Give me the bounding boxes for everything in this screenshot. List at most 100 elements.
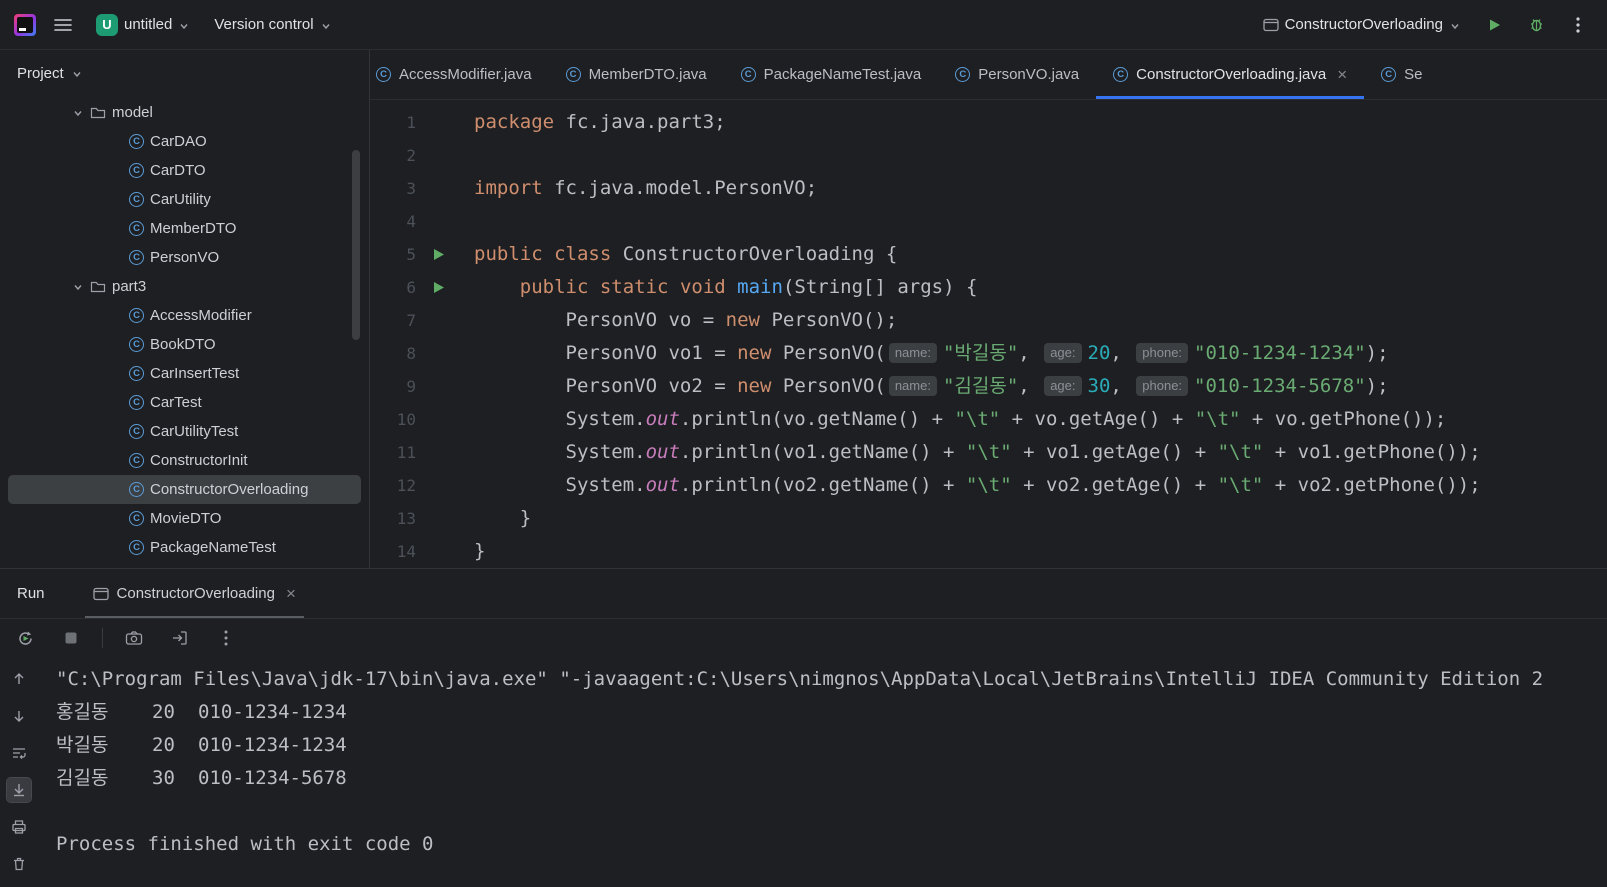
close-icon[interactable]: × [1337,65,1347,85]
tree-scrollbar-thumb[interactable] [352,150,360,340]
gutter-spacer [416,205,460,238]
code-text: public static void main(String[] args) { [460,271,978,304]
clear-console-button[interactable] [7,852,31,876]
chevron-down-icon [180,23,188,29]
console-row: 홍길동 20 010-1234-1234 [56,696,1607,729]
vcs-widget[interactable]: Version control [208,12,337,37]
console-cell: 010-1234-5678 [198,767,347,789]
tab-ConstructorOverloading.java[interactable]: C ConstructorOverloading.java × [1096,50,1365,99]
tree-item-PersonVO[interactable]: C PersonVO [8,243,361,272]
next-trace-button[interactable] [7,704,31,728]
tree-item-CarTest[interactable]: C CarTest [8,388,361,417]
tree-item-ConstructorOverloading[interactable]: C ConstructorOverloading [8,475,361,504]
code-token: "\t" [965,474,1012,496]
tree-item-ConstructorInit[interactable]: C ConstructorInit [8,446,361,475]
line-number: 5 [406,245,416,264]
class-icon: C [376,67,391,82]
bug-icon [1530,19,1542,32]
tree-item-model[interactable]: model [8,98,361,127]
run-tab[interactable]: ConstructorOverloading × [84,569,305,618]
code-token: fc.java.part3; [554,111,726,133]
chevron-down-icon [1451,23,1459,29]
class-icon: C [129,540,144,555]
code-text: } [460,535,485,568]
line-number: 11 [396,443,416,462]
code-token: "김길동" [942,375,1019,397]
tree-item-label: CarUtility [150,191,211,208]
project-widget[interactable]: U untitled [90,10,196,40]
code-editor[interactable]: 1 package fc.java.part3; 2 3 import fc.java.… [370,100,1607,568]
tree-item-PackageNameTest[interactable]: C PackageNameTest [8,533,361,562]
run-config-widget[interactable]: ConstructorOverloading [1257,12,1467,37]
soft-wrap-button[interactable] [7,741,31,765]
run-panel: Run ConstructorOverloading × "C:\Program… [0,568,1607,887]
class-icon: C [129,337,144,352]
print-button[interactable] [7,815,31,839]
tree-item-MemberDTO[interactable]: C MemberDTO [8,214,361,243]
main-menu-button[interactable] [48,10,78,40]
more-actions-button[interactable] [1563,10,1593,40]
console-icon [92,587,109,600]
tree-item-label: ConstructorInit [150,452,248,469]
console-cell: 30 [152,767,175,789]
tree-item-BookDTO[interactable]: C BookDTO [8,330,361,359]
tab-MemberDTO.java[interactable]: C MemberDTO.java [549,50,724,99]
code-line: 7 PersonVO vo = new PersonVO(); [370,304,1607,337]
run-line-button[interactable] [416,238,460,271]
debug-button[interactable] [1521,10,1551,40]
code-token: import [474,177,543,199]
param-hint: age: [1044,343,1082,363]
code-text: PersonVO vo2 = new PersonVO(name: "김길동", … [460,370,1389,403]
tab-Se[interactable]: C Se [1364,50,1439,99]
console-more-button[interactable] [211,623,241,653]
tree-item-CarDTO[interactable]: C CarDTO [8,156,361,185]
tree-item-part3[interactable]: part3 [8,272,361,301]
code-token: .println(vo.getName() + [679,408,955,430]
class-icon: C [129,308,144,323]
code-line: 10 System.out.println(vo.getName() + "\t… [370,403,1607,436]
rerun-button[interactable] [10,623,40,653]
code-token: 20 [1087,342,1111,364]
code-line: 9 PersonVO vo2 = new PersonVO(name: "김길동"… [370,370,1607,403]
run-button[interactable] [1479,10,1509,40]
tab-PackageNameTest.java[interactable]: C PackageNameTest.java [724,50,939,99]
class-icon: C [129,453,144,468]
line-number: 1 [406,113,416,132]
thread-dump-button[interactable] [119,623,149,653]
class-icon: C [565,67,581,82]
scroll-to-end-button[interactable] [6,777,32,803]
tree-item-label: AccessModifier [150,307,252,324]
close-icon[interactable]: × [286,584,296,604]
code-token: package [474,111,555,133]
code-text: PersonVO vo1 = new PersonVO(name: "박길동", … [460,337,1389,370]
tree-item-CarUtilityTest[interactable]: C CarUtilityTest [8,417,361,446]
code-token: PersonVO vo2 = [474,375,738,397]
tab-label: MemberDTO.java [588,66,707,83]
console-output[interactable]: "C:\Program Files\Java\jdk-17\bin\java.e… [38,657,1607,887]
run-line-button[interactable] [416,271,460,304]
tree-item-CarDAO[interactable]: C CarDAO [8,127,361,156]
tree-item-AccessModifier[interactable]: C AccessModifier [8,301,361,330]
console-row: 김길동 30 010-1234-5678 [56,762,1607,795]
code-token: "\t" [1194,408,1241,430]
chevron-down-icon[interactable] [72,281,84,293]
tab-AccessModifier.java[interactable]: C AccessModifier.java [370,50,549,99]
prev-trace-button[interactable] [7,667,31,691]
code-token: + vo1.getAge() + [1011,441,1218,463]
titlebar: U untitled Version control ConstructorOv… [0,0,1607,50]
tree-item-MovieDTO[interactable]: C MovieDTO [8,504,361,533]
chevron-down-icon[interactable] [72,107,84,119]
restore-layout-button[interactable] [165,623,195,653]
code-token: "\t" [954,408,1001,430]
run-panel-title[interactable]: Run [17,585,45,602]
tab-PersonVO.java[interactable]: C PersonVO.java [938,50,1096,99]
project-panel-header[interactable]: Project [0,50,369,96]
line-number: 4 [406,212,416,231]
tree-item-CarUtility[interactable]: C CarUtility [8,185,361,214]
stop-button[interactable] [56,623,86,653]
tree-item-label: MemberDTO [150,220,237,237]
code-token: class [554,243,612,265]
tree-item-CarInsertTest[interactable]: C CarInsertTest [8,359,361,388]
kebab-icon [1576,16,1580,33]
